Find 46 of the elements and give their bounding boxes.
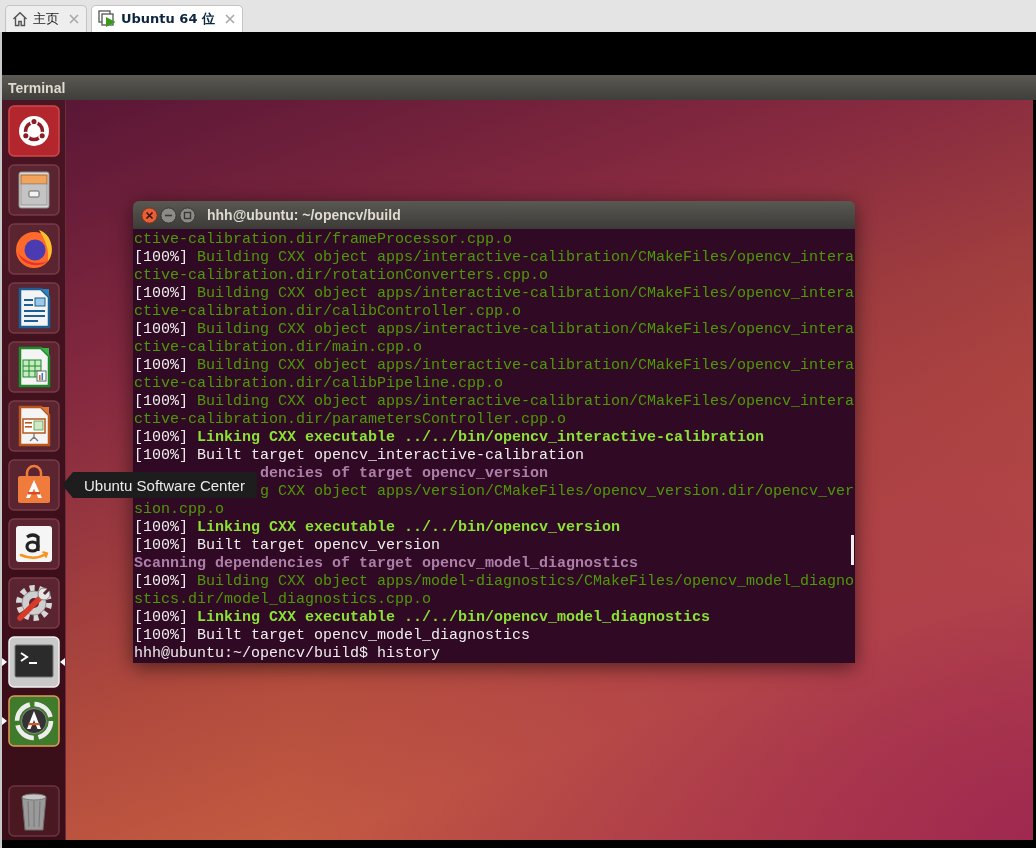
terminal-line: stics.dir/model_diagnostics.cpp.o [134,591,432,609]
terminal-line: dencies of target opencv_version [260,465,549,483]
terminal-line: Scanning dependencies of target opencv_model_diagnostics [134,555,639,573]
terminal-line: [100%] Linking CXX executable ../../bin/opencv_interactive-calibration [134,429,765,447]
terminal-line: ctive-calibration.dir/parametersController.cpp.o [134,411,567,429]
close-icon[interactable] [141,206,158,224]
presentation-icon[interactable] [8,400,60,452]
tab[interactable]: Ubuntu 64 位 [91,5,243,32]
tooltip: Ubuntu Software Center [62,472,257,498]
update-arrows-icon[interactable] [8,695,60,747]
terminal-line: [100%] Built target opencv_version [134,537,441,555]
text-document-icon[interactable] [8,282,60,334]
tab[interactable]: 主页 [5,5,87,32]
ring-logo-icon[interactable] [8,105,60,157]
terminal-line: ctive-calibration.dir/calibPipeline.cpp.o [134,375,504,393]
gear-wrench-icon[interactable] [8,577,60,629]
minimize-icon[interactable] [160,206,177,224]
terminal-line: [100%] Built target opencv_model_diagnostics [134,627,531,645]
app-title: Terminal [8,79,66,96]
terminal-line: hhh@ubuntu:~/opencv/build$ history [134,645,441,663]
terminal-line: [100%] Building CXX object apps/interactive-calibration/CMakeFiles/opencv_intera [134,393,855,411]
trash-icon[interactable] [8,785,60,837]
terminal-line: [100%] Building CXX object apps/interactive-calibration/CMakeFiles/opencv_intera [134,249,855,267]
terminal-line: ctive-calibration.dir/main.cpp.o [134,339,423,357]
terminal-line: [100%] Building CXX object apps/interactive-calibration/CMakeFiles/opencv_intera [134,321,855,339]
vm-play-icon [98,10,116,28]
terminal-line: ctive-calibration.dir/calibController.cpp.o [134,303,522,321]
shopping-bag-icon[interactable] [8,459,60,511]
terminal-line: [100%] Built target opencv_interactive-calibration [134,447,585,465]
file-cabinet-icon[interactable] [8,164,60,216]
fox-globe-icon[interactable] [8,223,60,275]
terminal-line: [100%] Linking CXX executable ../../bin/opencv_model_diagnostics [134,609,711,627]
terminal-line: [100%] Building CXX object apps/interactive-calibration/CMakeFiles/opencv_intera [134,357,855,375]
maximize-icon[interactable] [179,206,196,224]
terminal-line: ctive-calibration.dir/rotationConverters.cpp.o [134,267,549,285]
smile-logo-icon[interactable] [8,518,60,570]
terminal-icon[interactable] [8,636,60,688]
terminal-line: ctive-calibration.dir/frameProcessor.cpp.o [134,231,513,249]
terminal-line: [100%] Linking CXX executable ../../bin/opencv_version [134,519,621,537]
terminal-line: [100%] Building CXX object apps/interactive-calibration/CMakeFiles/opencv_intera [134,285,855,303]
spreadsheet-icon[interactable] [8,341,60,393]
terminal-line: g CXX object apps/version/CMakeFiles/opencv_version.dir/opencv_ver [260,483,855,501]
home-icon [12,11,28,27]
terminal-line: [100%] Building CXX object apps/model-diagnostics/CMakeFiles/opencv_model_diagno [134,573,855,591]
terminal-line: sion.cpp.o [134,501,224,519]
window-title: hhh@ubuntu: ~/opencv/build [207,207,401,223]
